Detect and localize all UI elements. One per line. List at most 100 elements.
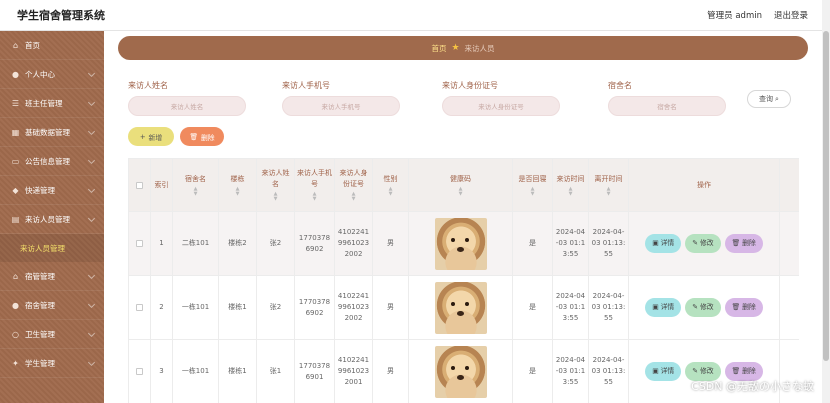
breadcrumb-home[interactable]: 首页 (431, 43, 446, 54)
header-idcard[interactable]: 来访人身份证号 ▲ ▼ (335, 159, 373, 211)
trash-icon: 🗑 (731, 367, 741, 375)
visitor-phone-input[interactable]: 来访人手机号 (282, 96, 400, 116)
user-label[interactable]: 管理员 admin (707, 9, 762, 21)
select-all-checkbox[interactable] (136, 181, 143, 189)
add-button[interactable]: + 新增 (128, 127, 174, 146)
sidebar-item-dormadmin[interactable]: ⌂ 宿管管理 (0, 262, 104, 291)
health-code-image[interactable] (434, 217, 487, 270)
header-returned[interactable]: 是否回寝 ▲ ▼ (513, 159, 553, 211)
sidebar-item-label: 公告信息管理 (25, 156, 70, 166)
home-icon: ⌂ (12, 40, 19, 50)
cell-index: 1 (151, 212, 173, 275)
dorm-name-input[interactable]: 宿舍名 (608, 96, 726, 116)
field-label: 宿舍名 (608, 81, 632, 90)
table-row: 1 二栋101 楼栋2 张2 17703786902 4102241996102… (129, 211, 799, 275)
sidebar: ⌂ 首页 ● 个人中心 ☰ 班主任管理 ▦ 基础数据管理 ▭ 公告信息管理 ◆ … (0, 31, 104, 403)
row-checkbox[interactable] (136, 304, 143, 311)
edit-button[interactable]: ✎ 修改 (685, 298, 721, 317)
sidebar-item-hygiene[interactable]: ○ 卫生管理 (0, 320, 104, 349)
sidebar-item-express[interactable]: ◆ 快递管理 (0, 176, 104, 205)
field-label: 来访人姓名 (128, 81, 168, 90)
chevron-down-icon (87, 358, 96, 367)
delete-button-label: 删除 (201, 133, 215, 142)
sidebar-item-label: 来访人员管理 (25, 214, 70, 224)
logout-button[interactable]: 退出登录 (774, 9, 808, 21)
row-checkbox[interactable] (136, 240, 143, 247)
cell-dorm: 一栋101 (173, 276, 219, 339)
sidebar-item-student[interactable]: ✦ 学生管理 (0, 349, 104, 378)
sidebar-item-dorm[interactable]: ● 宿舍管理 (0, 291, 104, 320)
sort-icon: ▲ ▼ (530, 185, 535, 197)
chevron-down-icon (87, 69, 96, 78)
health-code-image[interactable] (434, 345, 487, 398)
header-dorm[interactable]: 宿舍名 ▲ ▼ (173, 159, 219, 211)
sidebar-item-headteacher[interactable]: ☰ 班主任管理 (0, 89, 104, 118)
header-building[interactable]: 楼栋 ▲ ▼ (219, 159, 257, 211)
cell-phone: 17703786902 (295, 212, 335, 275)
cell-returned: 是 (513, 340, 553, 403)
chevron-down-icon (87, 156, 96, 165)
detail-button[interactable]: ▣ 详情 (645, 298, 682, 317)
header-visit-time[interactable]: 来访时间 ▲ ▼ (553, 159, 589, 211)
header-phone[interactable]: 来访人手机号 ▲ ▼ (295, 159, 335, 211)
cell-gender: 男 (373, 212, 409, 275)
batch-delete-button[interactable]: 🗑 删除 (180, 127, 224, 146)
detail-icon: ▣ (652, 303, 659, 311)
delete-button[interactable]: 🗑 删除 (724, 234, 763, 253)
row-checkbox[interactable] (136, 368, 143, 375)
sort-icon: ▲ ▼ (193, 185, 198, 197)
search-icon: ⌕ (775, 94, 779, 103)
cell-name: 张1 (257, 340, 295, 403)
clean-icon: ○ (12, 329, 19, 339)
header-gender[interactable]: 性别 ▲ ▼ (373, 159, 409, 211)
search-form: 来访人姓名 来访人姓名 来访人手机号 来访人手机号 来访人身份证号 来访人身份证… (128, 80, 808, 120)
cell-idcard: 410224199610232002 (335, 276, 373, 339)
breadcrumb-current: 来访人员 (464, 43, 495, 53)
sidebar-item-visitor[interactable]: ▤ 来访人员管理 (0, 205, 104, 234)
star-icon: ★ (451, 43, 460, 53)
header-healthcode[interactable]: 健康码 ▲ ▼ (409, 159, 513, 211)
add-button-label: 新增 (148, 133, 163, 142)
edit-button[interactable]: ✎ 修改 (685, 234, 721, 253)
sidebar-item-profile[interactable]: ● 个人中心 (0, 60, 104, 89)
sidebar-item-basedata[interactable]: ▦ 基础数据管理 (0, 118, 104, 147)
edit-icon: ✎ (692, 303, 698, 311)
visitor-icon: ▤ (11, 214, 20, 224)
list-icon: ☰ (11, 98, 20, 108)
breadcrumb: 首页 ★ 来访人员 (118, 36, 808, 60)
header-leave-time[interactable]: 离开时间 ▲ ▼ (589, 159, 629, 211)
watermark: CSDN @无敌の小さな蚊 (691, 380, 814, 393)
cell-building: 楼栋1 (219, 340, 257, 403)
trash-icon: 🗑 (189, 132, 199, 141)
sidebar-item-home[interactable]: ⌂ 首页 (0, 31, 104, 60)
visitor-idcard-input[interactable]: 来访人身份证号 (442, 96, 560, 116)
detail-icon: ▣ (652, 367, 659, 375)
sidebar-item-label: 卫生管理 (25, 329, 55, 339)
sidebar-item-notice[interactable]: ▭ 公告信息管理 (0, 147, 104, 176)
select-all-cell (129, 159, 151, 211)
scrollbar-thumb[interactable] (823, 31, 829, 361)
visitor-name-input[interactable]: 来访人姓名 (128, 96, 246, 116)
user-icon: ● (12, 69, 19, 79)
cell-dorm: 一栋101 (173, 340, 219, 403)
cell-name: 张2 (257, 212, 295, 275)
house-icon: ⌂ (12, 271, 19, 281)
header-name[interactable]: 来访人姓名 ▲ ▼ (257, 159, 295, 211)
header-actions: 操作 (629, 159, 780, 211)
app-title: 学生宿舍管理系统 (17, 9, 105, 22)
search-button[interactable]: 查询 ⌕ (747, 90, 791, 108)
trash-icon: 🗑 (731, 303, 741, 311)
sort-icon: ▲ ▼ (235, 185, 240, 197)
cell-name: 张2 (257, 276, 295, 339)
edit-icon: ✎ (692, 239, 698, 247)
delete-button[interactable]: 🗑 删除 (724, 298, 763, 317)
bed-icon: ● (12, 300, 19, 310)
cell-index: 3 (151, 340, 173, 403)
sidebar-item-label: 班主任管理 (25, 98, 63, 108)
page-scrollbar[interactable] (822, 0, 830, 403)
detail-button[interactable]: ▣ 详情 (645, 234, 682, 253)
sidebar-subitem-visitor[interactable]: 来访人员管理 (0, 234, 104, 262)
detail-button[interactable]: ▣ 详情 (645, 362, 682, 381)
health-code-image[interactable] (434, 281, 487, 334)
trash-icon: 🗑 (731, 239, 741, 247)
